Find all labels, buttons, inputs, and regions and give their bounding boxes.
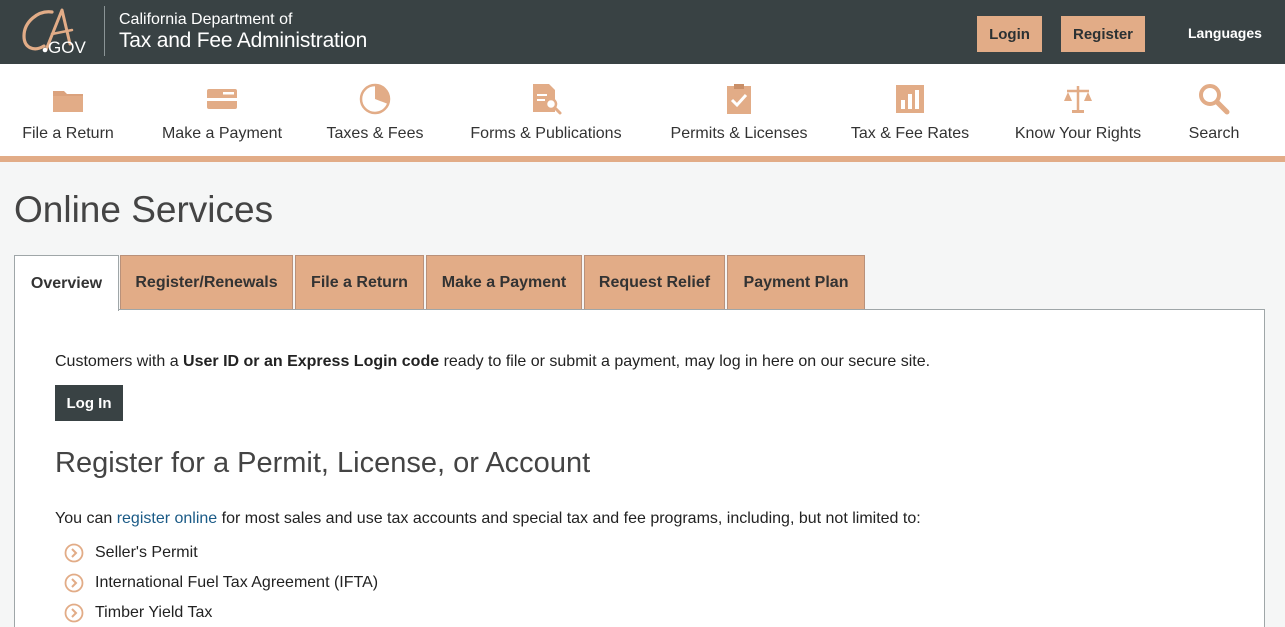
main-nav: File a Return Make a Payment Taxes & Fee… xyxy=(0,64,1285,156)
section-title: Register for a Permit, License, or Accou… xyxy=(55,447,591,479)
nav-item-tax-fee-rates[interactable]: Tax & Fee Rates xyxy=(851,64,969,156)
register-button[interactable]: Register xyxy=(1061,16,1145,52)
document-search-icon xyxy=(533,84,562,115)
languages-link[interactable]: Languages xyxy=(1188,25,1262,41)
list-item-label: International Fuel Tax Agreement (IFTA) xyxy=(95,574,379,591)
register-online-link[interactable]: register online xyxy=(117,510,218,527)
register-description: You can register online for most sales a… xyxy=(55,510,921,528)
log-in-button[interactable]: Log In xyxy=(55,385,123,421)
list-item: International Fuel Tax Agreement (IFTA) xyxy=(64,572,378,594)
list-item-label: Timber Yield Tax xyxy=(95,604,213,621)
pie-chart-icon xyxy=(359,83,391,115)
org-name-line1: California Department of xyxy=(119,11,293,28)
desc-suffix: for most sales and use tax accounts and … xyxy=(217,510,921,527)
page-title: Online Services xyxy=(14,189,274,230)
chevron-right-circle-icon xyxy=(64,573,84,593)
login-intro-text: Customers with a User ID or an Express L… xyxy=(55,353,930,371)
nav-item-taxes-fees[interactable]: Taxes & Fees xyxy=(326,64,424,156)
nav-item-permits-licenses[interactable]: Permits & Licenses xyxy=(668,64,810,156)
scales-icon xyxy=(1064,86,1092,113)
nav-label: Forms & Publications xyxy=(470,125,622,142)
nav-label: Make a Payment xyxy=(161,125,283,142)
credit-card-icon xyxy=(207,89,237,109)
nav-label: File a Return xyxy=(22,125,114,142)
chevron-right-circle-icon xyxy=(64,543,84,563)
intro-prefix: Customers with a xyxy=(55,353,184,370)
bar-chart-icon xyxy=(896,85,924,113)
nav-divider xyxy=(0,156,1285,162)
nav-label: Permits & Licenses xyxy=(670,125,808,142)
chevron-right-circle-icon xyxy=(64,603,84,623)
tab-file-a-return[interactable]: File a Return xyxy=(295,255,424,310)
org-name-line2: Tax and Fee Administration xyxy=(119,29,368,52)
nav-label: Know Your Rights xyxy=(1014,125,1142,142)
tab-make-a-payment[interactable]: Make a Payment xyxy=(426,255,582,310)
list-item: Seller's Permit xyxy=(64,542,198,564)
nav-label: Search xyxy=(1188,125,1240,142)
tab-register-renewals[interactable]: Register/Renewals xyxy=(120,255,293,310)
tab-request-relief[interactable]: Request Relief xyxy=(584,255,725,310)
list-item: Timber Yield Tax xyxy=(64,602,212,624)
nav-item-forms-publications[interactable]: Forms & Publications xyxy=(465,64,627,156)
intro-suffix: ready to file or submit a payment, may l… xyxy=(439,353,931,370)
nav-item-file-a-return[interactable]: File a Return xyxy=(18,64,118,156)
nav-item-know-your-rights[interactable]: Know Your Rights xyxy=(1011,64,1145,156)
nav-item-search[interactable]: Search xyxy=(1183,64,1245,156)
nav-item-make-a-payment[interactable]: Make a Payment xyxy=(160,64,284,156)
tab-overview[interactable]: Overview xyxy=(14,255,119,311)
search-icon xyxy=(1199,84,1230,115)
logo-text: GOV xyxy=(48,38,86,57)
top-header: GOV California Department of Tax and Fee… xyxy=(0,0,1285,64)
desc-prefix: You can xyxy=(55,510,117,527)
list-item-label: Seller's Permit xyxy=(95,544,198,561)
tab-payment-plan[interactable]: Payment Plan xyxy=(727,255,865,310)
login-button[interactable]: Login xyxy=(977,16,1042,52)
folder-icon xyxy=(53,91,83,112)
intro-bold: User ID or an Express Login code xyxy=(183,353,440,370)
clipboard-check-icon xyxy=(727,84,751,114)
logo-divider xyxy=(104,6,105,56)
nav-label: Taxes & Fees xyxy=(326,125,424,142)
nav-label: Tax & Fee Rates xyxy=(850,125,970,142)
ca-gov-logo-icon[interactable]: GOV xyxy=(18,4,98,58)
